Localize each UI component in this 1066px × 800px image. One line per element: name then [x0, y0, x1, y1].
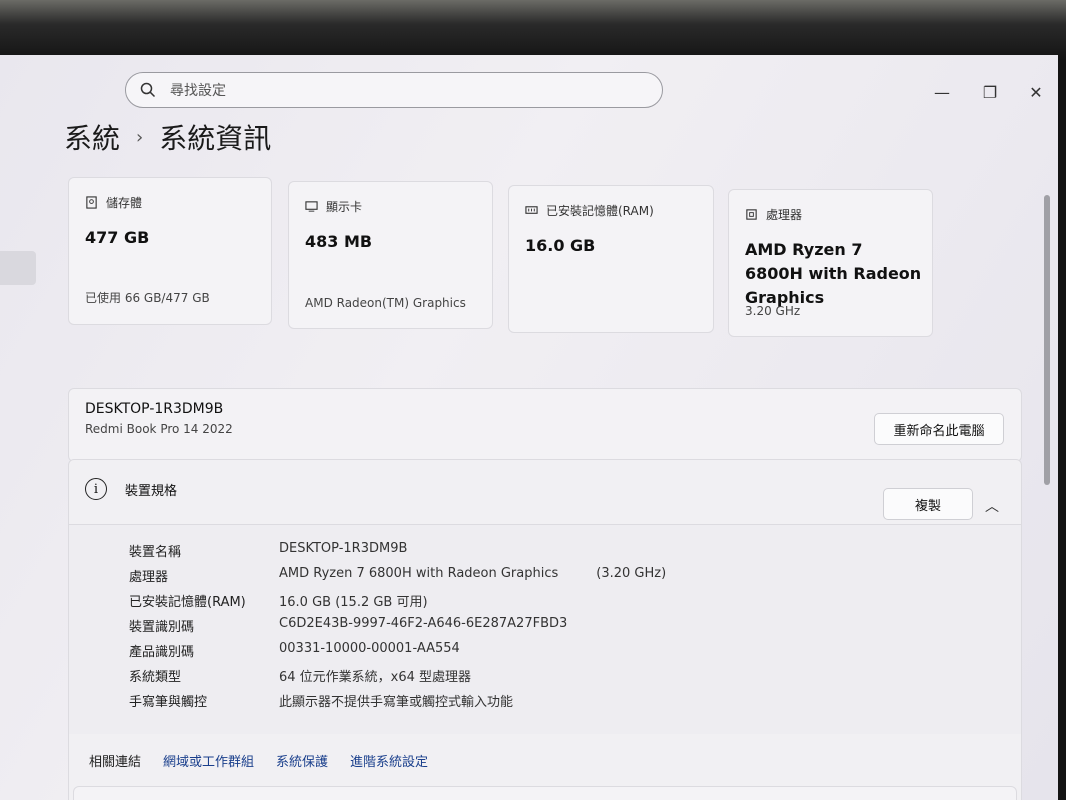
scrollbar[interactable]	[1044, 195, 1050, 485]
device-name: DESKTOP-1R3DM9B	[85, 401, 224, 417]
next-section-panel[interactable]	[73, 786, 1017, 800]
ram-card-label: 已安裝記憶體(RAM)	[546, 204, 654, 218]
spec-row: 處理器 AMD Ryzen 7 6800H with Radeon Graphi…	[129, 566, 666, 588]
spec-label: 處理器	[129, 570, 169, 585]
storage-icon	[86, 196, 97, 209]
spec-row: 系統類型 64 位元作業系統，x64 型處理器	[129, 666, 471, 688]
system-protection-link[interactable]: 系統保護	[276, 751, 328, 770]
minimize-icon[interactable]: —	[931, 81, 953, 103]
display-icon	[305, 201, 318, 212]
spec-value: 64 位元作業系統，x64 型處理器	[279, 670, 472, 685]
spec-label: 已安裝記憶體(RAM)	[129, 595, 246, 610]
breadcrumb-parent[interactable]: 系統	[64, 117, 120, 157]
display-card-label: 顯示卡	[326, 200, 363, 214]
page-title: 系統資訊	[159, 122, 272, 155]
spec-extra: (3.20 GHz)	[596, 566, 667, 581]
processor-icon	[746, 209, 757, 220]
storage-card[interactable]: 儲存體 477 GB 已使用 66 GB/477 GB	[68, 177, 272, 325]
spec-label: 系統類型	[129, 670, 182, 685]
display-card-value: 483 MB	[305, 232, 373, 251]
info-icon: i	[85, 478, 107, 500]
ram-icon	[525, 206, 538, 214]
chevron-up-icon[interactable]: ︿	[985, 496, 999, 516]
spec-value: DESKTOP-1R3DM9B	[279, 541, 408, 556]
spec-row: 已安裝記憶體(RAM) 16.0 GB (15.2 GB 可用)	[129, 591, 428, 613]
laptop-bezel	[0, 0, 1066, 60]
search-icon	[140, 82, 156, 98]
storage-card-sub: 已使用 66 GB/477 GB	[85, 291, 210, 305]
display-card-sub: AMD Radeon(TM) Graphics	[305, 296, 466, 310]
spec-value: 00331-10000-00001-AA554	[279, 641, 460, 656]
spec-value: C6D2E43B-9997-46F2-A646-6E287A27FBD3	[279, 616, 568, 631]
spec-label: 裝置名稱	[129, 545, 182, 560]
advanced-system-settings-link[interactable]: 進階系統設定	[350, 751, 428, 770]
spec-row: 裝置識別碼 C6D2E43B-9997-46F2-A646-6E287A27FB…	[129, 616, 567, 638]
copy-button[interactable]: 複製	[883, 488, 973, 520]
domain-workgroup-link[interactable]: 網域或工作群組	[163, 751, 254, 770]
related-links-label: 相關連結	[89, 754, 142, 770]
settings-window: 尋找設定 — ❐ ✕ 系統 › 系統資訊 儲存體 477 GB 已使用 66 G…	[0, 55, 1058, 800]
device-header: DESKTOP-1R3DM9B Redmi Book Pro 14 2022 重…	[68, 388, 1022, 462]
restore-icon[interactable]: ❐	[979, 81, 1001, 103]
processor-card[interactable]: 處理器 AMD Ryzen 7 6800H with Radeon Graphi…	[728, 189, 933, 337]
search-box[interactable]: 尋找設定	[125, 72, 663, 108]
search-placeholder: 尋找設定	[170, 83, 226, 99]
spec-row: 產品識別碼 00331-10000-00001-AA554	[129, 641, 460, 663]
spec-row: 裝置名稱 DESKTOP-1R3DM9B	[129, 541, 407, 563]
device-specs-panel: i 裝置規格 複製 ︿ 裝置名稱 DESKTOP-1R3DM9B 處理器 AMD…	[68, 459, 1022, 800]
device-specs-list: 裝置名稱 DESKTOP-1R3DM9B 處理器 AMD Ryzen 7 680…	[69, 524, 1021, 734]
spec-label: 裝置識別碼	[129, 620, 195, 635]
spec-label: 產品識別碼	[129, 645, 195, 660]
processor-card-sub: 3.20 GHz	[745, 304, 801, 318]
display-card[interactable]: 顯示卡 483 MB AMD Radeon(TM) Graphics	[288, 181, 493, 329]
related-links: 相關連結 網域或工作群組 系統保護 進階系統設定	[69, 740, 1021, 780]
device-model: Redmi Book Pro 14 2022	[85, 422, 233, 436]
spec-value: 16.0 GB (15.2 GB 可用)	[279, 595, 428, 610]
close-icon[interactable]: ✕	[1025, 81, 1047, 103]
nav-pane-edge[interactable]	[0, 251, 36, 285]
device-specs-header[interactable]: i 裝置規格	[85, 478, 177, 500]
spec-row: 手寫筆與觸控 此顯示器不提供手寫筆或觸控式輸入功能	[129, 691, 513, 713]
processor-card-value: AMD Ryzen 7 6800H with Radeon Graphics	[745, 240, 922, 307]
storage-card-label: 儲存體	[106, 196, 143, 210]
processor-card-label: 處理器	[766, 208, 803, 222]
spec-value: AMD Ryzen 7 6800H with Radeon Graphics	[279, 566, 559, 581]
storage-card-value: 477 GB	[85, 228, 150, 247]
ram-card[interactable]: 已安裝記憶體(RAM) 16.0 GB	[508, 185, 714, 333]
breadcrumb: 系統 › 系統資訊	[64, 117, 271, 157]
ram-card-value: 16.0 GB	[525, 236, 596, 255]
spec-value: 此顯示器不提供手寫筆或觸控式輸入功能	[279, 695, 514, 710]
chevron-right-icon: ›	[136, 126, 144, 148]
rename-pc-button[interactable]: 重新命名此電腦	[874, 413, 1004, 445]
spec-label: 手寫筆與觸控	[129, 695, 208, 710]
device-specs-title: 裝置規格	[125, 483, 178, 499]
